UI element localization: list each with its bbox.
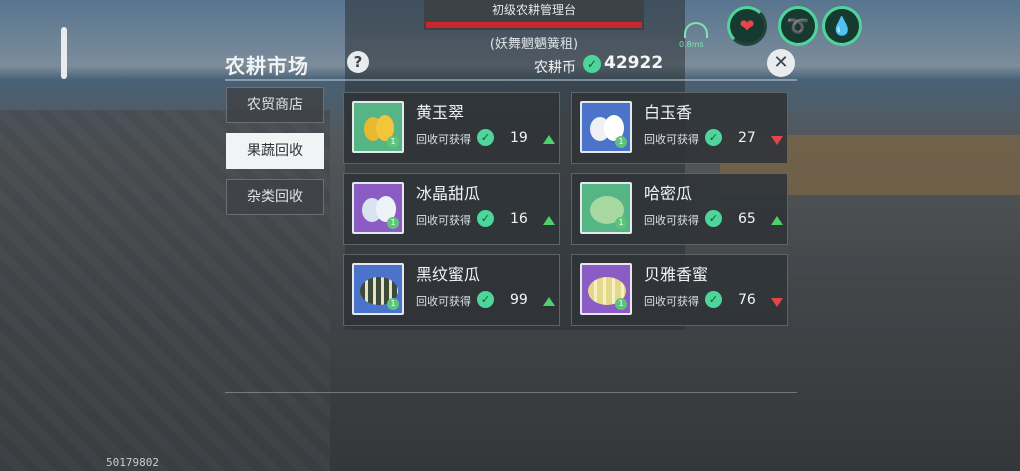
- item-name: 黄玉翠: [416, 103, 465, 122]
- leaf-icon: 1: [387, 298, 399, 310]
- item-card[interactable]: 1 黑纹蜜瓜 回收可获得 ✓ 99: [343, 254, 560, 326]
- stamina-icon[interactable]: ➰: [778, 6, 818, 46]
- page-title: 农耕市场: [225, 54, 309, 78]
- heart-icon[interactable]: ❤: [727, 6, 767, 46]
- banner-title: 初级农耕管理台: [491, 3, 576, 17]
- item-card[interactable]: 1 黄玉翠 回收可获得 ✓ 19: [343, 92, 560, 164]
- item-value: 99: [510, 292, 528, 308]
- item-value: 16: [510, 211, 528, 227]
- trend-up-icon: [543, 297, 555, 306]
- trend-down-icon: [771, 136, 783, 145]
- trend-up-icon: [771, 216, 783, 225]
- item-card[interactable]: 1 贝雅香蜜 回收可获得 ✓ 76: [571, 254, 788, 326]
- item-value: 76: [738, 292, 756, 308]
- banner-health-bar: [426, 22, 642, 28]
- signal-label: 0.8ms: [679, 40, 704, 49]
- trend-up-icon: [543, 135, 555, 144]
- leaf-icon: 1: [615, 298, 627, 310]
- item-card[interactable]: 1 冰晶甜瓜 回收可获得 ✓ 16: [343, 173, 560, 245]
- tab-misc-recycle[interactable]: 杂类回收: [226, 179, 324, 215]
- currency-value: 42922: [604, 53, 664, 73]
- leaf-icon: 1: [387, 217, 399, 229]
- item-name: 黑纹蜜瓜: [416, 265, 481, 284]
- item-name: 贝雅香蜜: [644, 265, 709, 284]
- reward-label: 回收可获得: [416, 133, 471, 146]
- item-card[interactable]: 1 哈密瓜 回收可获得 ✓ 65: [571, 173, 788, 245]
- reward-label: 回收可获得: [644, 214, 699, 227]
- item-value: 19: [510, 130, 528, 146]
- item-card[interactable]: 1 白玉香 回收可获得 ✓ 27: [571, 92, 788, 164]
- fruit-thumbnail: 1: [352, 182, 404, 234]
- banner-subtitle: (妖舞魍魉簧租): [489, 37, 579, 52]
- leaf-icon: 1: [615, 217, 627, 229]
- coin-icon: ✓: [477, 210, 494, 227]
- currency-label: 农耕币: [534, 60, 576, 76]
- reward-label: 回收可获得: [416, 295, 471, 308]
- water-drop-glyph: 💧: [830, 15, 854, 37]
- tab-produce-recycle[interactable]: 果蔬回收: [226, 133, 324, 169]
- fruit-thumbnail: 1: [352, 263, 404, 315]
- reward-label: 回收可获得: [644, 295, 699, 308]
- top-banner: 初级农耕管理台: [424, 0, 644, 30]
- item-name: 冰晶甜瓜: [416, 184, 481, 203]
- fruit-thumbnail: 1: [580, 101, 632, 153]
- coin-icon: ✓: [705, 129, 722, 146]
- fruit-thumbnail: 1: [580, 182, 632, 234]
- coin-icon: ✓: [477, 129, 494, 146]
- item-name: 白玉香: [644, 103, 693, 122]
- tab-farm-shop[interactable]: 农贸商店: [226, 87, 324, 123]
- coin-icon: ✓: [705, 291, 722, 308]
- close-button[interactable]: ✕: [767, 49, 795, 77]
- reward-label: 回收可获得: [416, 214, 471, 227]
- water-drop-icon[interactable]: 💧: [822, 6, 862, 46]
- menu-handle-button[interactable]: [61, 27, 67, 79]
- stamina-glyph: ➰: [786, 15, 810, 37]
- item-value: 65: [738, 211, 756, 227]
- item-value: 27: [738, 130, 756, 146]
- help-button[interactable]: ?: [347, 51, 369, 73]
- coin-icon: ✓: [477, 291, 494, 308]
- leaf-icon: 1: [615, 136, 627, 148]
- trend-up-icon: [543, 216, 555, 225]
- item-name: 哈密瓜: [644, 184, 693, 203]
- heart-glyph: ❤: [739, 15, 755, 37]
- coin-icon: ✓: [705, 210, 722, 227]
- coin-icon: ✓: [583, 55, 601, 73]
- fruit-thumbnail: 1: [580, 263, 632, 315]
- reward-label: 回收可获得: [644, 133, 699, 146]
- footer-divider: [225, 392, 797, 393]
- fruit-thumbnail: 1: [352, 101, 404, 153]
- header-divider: [225, 79, 797, 81]
- leaf-icon: 1: [387, 136, 399, 148]
- user-id: 50179802: [106, 456, 159, 469]
- trend-down-icon: [771, 298, 783, 307]
